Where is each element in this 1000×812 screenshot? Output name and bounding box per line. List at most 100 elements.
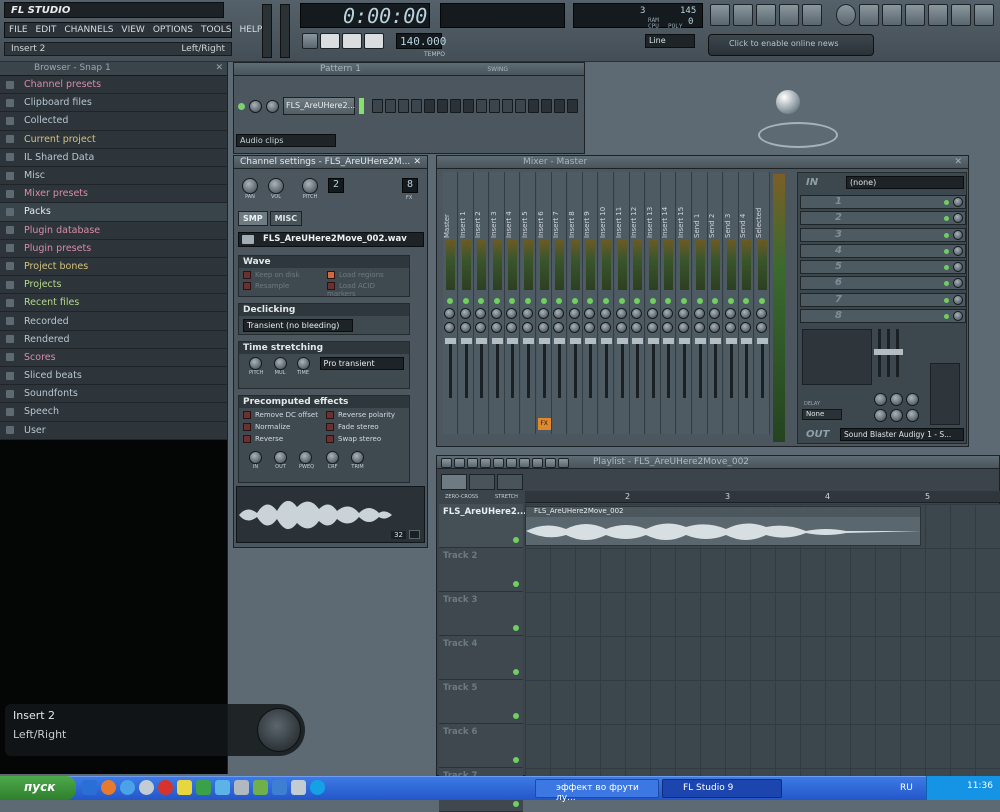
fade-stereo-checkbox[interactable] [326, 423, 334, 431]
app-icon[interactable] [215, 780, 230, 795]
strip-fader[interactable] [569, 338, 581, 398]
time-stretch-mode-select[interactable]: Pro transient [319, 357, 404, 370]
app-icon[interactable] [253, 780, 268, 795]
step-button[interactable] [385, 99, 396, 113]
strip-fader[interactable] [585, 338, 597, 398]
sample-file-select[interactable]: FLS_AreUHere2Move_002.wav [238, 232, 424, 247]
song-time-display[interactable]: 0:00:00 [300, 3, 430, 28]
browser-item[interactable]: Clipboard files [0, 94, 227, 113]
step-sequencer-icon[interactable] [733, 4, 753, 26]
strip-enable-led[interactable] [603, 298, 609, 304]
strip-fader[interactable] [460, 338, 472, 398]
browser-item[interactable]: Current project [0, 130, 227, 149]
fx-slot-mix-knob[interactable] [953, 213, 963, 224]
strip-pan-knob[interactable] [475, 308, 487, 319]
strip-stereo-knob[interactable] [631, 322, 643, 333]
fx-slot-led[interactable] [944, 248, 949, 254]
step-button[interactable] [476, 99, 487, 113]
export-icon[interactable] [859, 4, 879, 26]
fader-cap[interactable] [491, 338, 503, 344]
fx-slot-led[interactable] [944, 281, 949, 287]
step-button[interactable] [489, 99, 500, 113]
search-icon[interactable] [928, 4, 948, 26]
tab-audio-clips[interactable] [469, 474, 495, 490]
strip-stereo-knob[interactable] [537, 322, 549, 333]
mixer-strip[interactable]: Send 1 [692, 172, 708, 434]
strip-stereo-knob[interactable] [522, 322, 533, 333]
strip-pan-knob[interactable] [631, 308, 643, 319]
fx-slot[interactable]: 2 [800, 211, 966, 226]
reverse-polarity-checkbox[interactable] [326, 411, 334, 419]
resample-option[interactable]: Resample [243, 282, 321, 298]
app-icon[interactable] [196, 780, 211, 795]
fader-cap[interactable] [632, 338, 644, 344]
tempo-display[interactable]: 140.000 [396, 33, 446, 49]
stop-button[interactable] [342, 33, 362, 49]
strip-stereo-knob[interactable] [693, 322, 705, 333]
select-tool-icon[interactable] [532, 458, 543, 468]
step-button[interactable] [502, 99, 513, 113]
strip-pan-knob[interactable] [693, 308, 705, 319]
track-header[interactable]: Track 4 [439, 636, 523, 680]
strip-pan-knob[interactable] [522, 308, 533, 319]
strip-enable-led[interactable] [743, 298, 750, 304]
track-header[interactable]: Track 2 [439, 548, 523, 592]
strip-fader[interactable] [538, 338, 550, 398]
fx-slot[interactable]: 1 [800, 195, 966, 209]
strip-pan-knob[interactable] [537, 308, 549, 319]
strip-fader[interactable] [679, 338, 690, 398]
fx-slot[interactable]: 6 [800, 276, 966, 291]
task-browser[interactable]: эффект во фрути лу... [535, 779, 659, 803]
strip-enable-led[interactable] [540, 298, 547, 304]
strip-pan-knob[interactable] [662, 308, 674, 319]
strip-enable-led[interactable] [587, 298, 594, 304]
strip-fader[interactable] [601, 338, 612, 398]
mixer-strip[interactable]: Send 2 [708, 172, 724, 434]
fader-cap[interactable] [523, 338, 534, 344]
eq-knob[interactable] [906, 409, 919, 422]
strip-pan-knob[interactable] [584, 308, 596, 319]
app-icon[interactable] [291, 780, 306, 795]
browser-item[interactable]: Projects [0, 276, 227, 295]
fx-slot-mix-knob[interactable] [953, 197, 963, 207]
mute-tool-icon[interactable] [506, 458, 517, 468]
fader-cap[interactable] [663, 338, 675, 344]
fader-cap[interactable] [476, 338, 488, 344]
clock[interactable]: 11:36 [967, 781, 993, 791]
browser-item[interactable]: Collected [0, 112, 227, 131]
zero-cross-toggle[interactable]: ZERO-CROSS [445, 494, 478, 500]
strip-fader[interactable] [616, 338, 628, 398]
fader-cap[interactable] [569, 338, 581, 344]
mixer-strip[interactable]: Insert 9 [583, 172, 599, 434]
track-mute-led[interactable] [513, 537, 519, 543]
tab-pattern-clips[interactable] [441, 474, 467, 490]
opera-icon[interactable] [158, 780, 173, 795]
browser-item[interactable]: Plugin presets [0, 239, 227, 258]
close-icon[interactable]: ✕ [413, 157, 421, 167]
strip-stereo-knob[interactable] [709, 322, 721, 333]
strip-enable-led[interactable] [509, 298, 516, 304]
channel-vol-knob[interactable] [266, 99, 279, 113]
zoom-tool-icon[interactable] [545, 458, 556, 468]
fx-slot-led[interactable] [944, 314, 949, 320]
eq-knob[interactable] [874, 409, 887, 422]
strip-stereo-knob[interactable] [600, 322, 611, 333]
help-icon[interactable] [951, 4, 971, 26]
fader-cap[interactable] [694, 338, 706, 344]
step-button[interactable] [437, 99, 448, 113]
browser-item[interactable]: Misc [0, 166, 227, 186]
tab-misc[interactable]: MISC [269, 211, 303, 226]
tab-automation-clips[interactable] [497, 474, 523, 490]
tab-smp[interactable]: SMP [238, 211, 268, 226]
menu-file[interactable]: FILE [5, 23, 32, 37]
ts-pitch-knob[interactable] [249, 357, 262, 370]
reverse-option[interactable]: Reverse [243, 435, 322, 443]
app-icon[interactable] [177, 780, 192, 795]
browser-item[interactable]: Mixer presets [0, 185, 227, 204]
fx-slot[interactable]: 8 [800, 309, 966, 324]
strip-enable-led[interactable] [649, 298, 656, 304]
snap-select[interactable]: Line [645, 34, 695, 48]
strip-pan-knob[interactable] [646, 308, 658, 319]
app-icon[interactable] [139, 780, 154, 795]
declicking-select[interactable]: Transient (no bleeding) [243, 319, 353, 332]
